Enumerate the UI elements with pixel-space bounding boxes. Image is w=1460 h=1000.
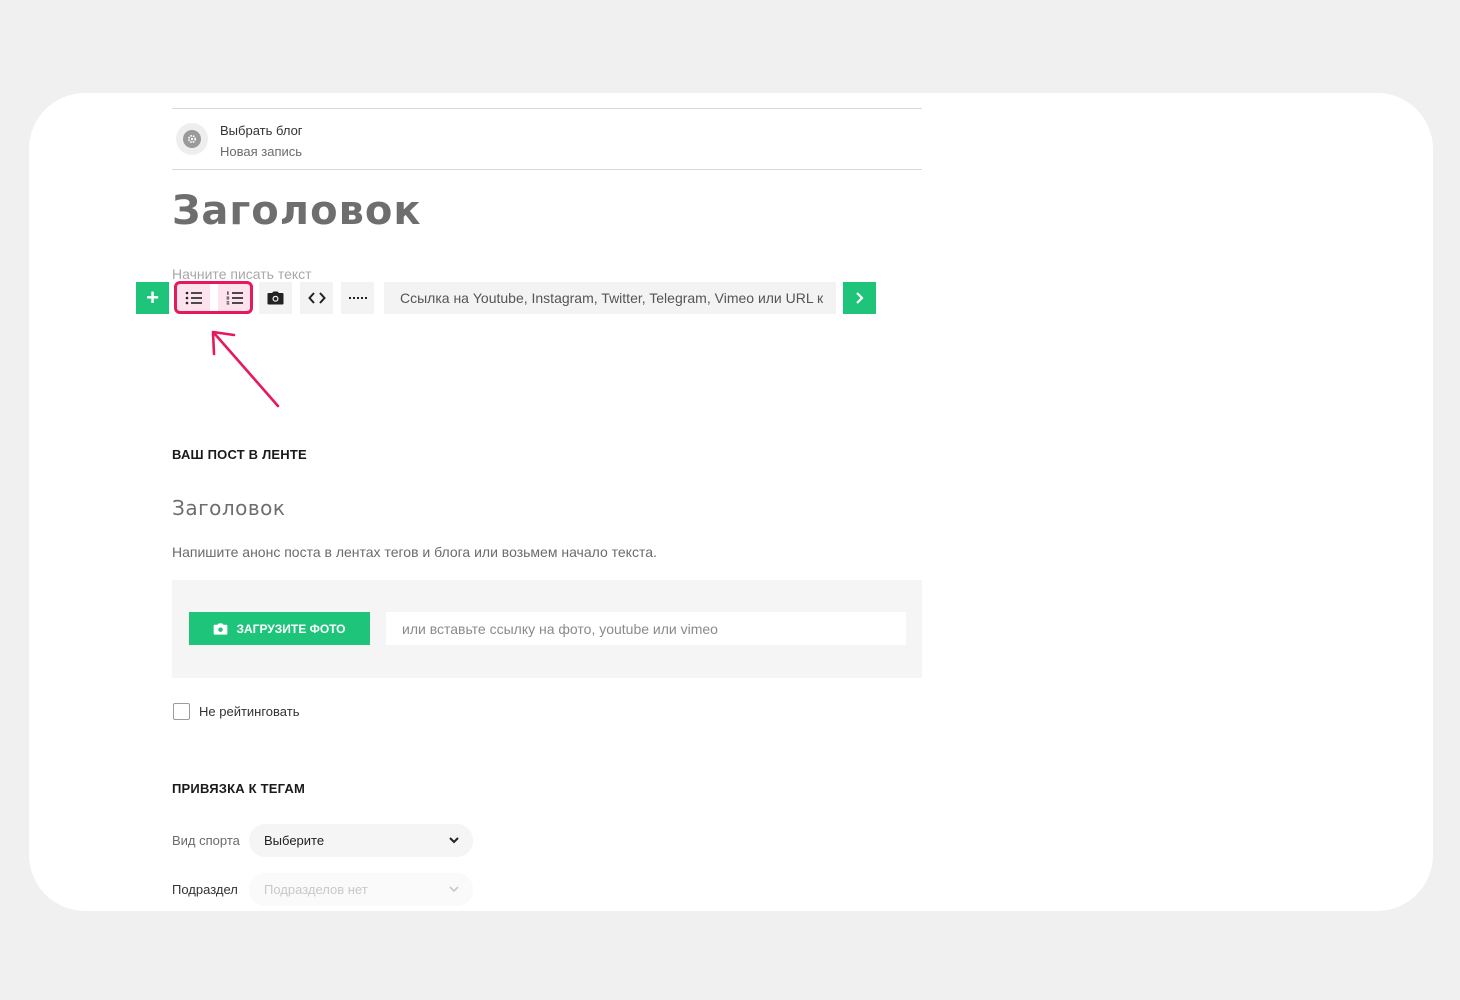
code-icon	[307, 292, 326, 304]
separator-icon	[348, 297, 367, 299]
tags-heading: ПРИВЯЗКА К ТЕГАМ	[172, 781, 305, 796]
chevron-down-icon	[449, 837, 459, 844]
feed-preview-title-input[interactable]: Заголовок	[172, 496, 285, 520]
sport-select[interactable]: Выберите	[249, 824, 473, 857]
camera-icon	[267, 291, 284, 305]
photo-url-input[interactable]: или вставьте ссылку на фото, youtube или…	[386, 612, 906, 645]
feed-preview-description-input[interactable]: Напишите анонс поста в лентах тегов и бл…	[172, 544, 657, 560]
embed-url-input[interactable]: Ссылка на Youtube, Instagram, Twitter, T…	[384, 282, 836, 314]
insert-separator-button[interactable]	[341, 282, 374, 314]
insert-photo-button[interactable]	[259, 282, 292, 314]
upload-photo-label: ЗАГРУЗИТЕ ФОТО	[236, 621, 346, 636]
gear-icon	[183, 130, 201, 148]
blog-selector-icon[interactable]	[176, 123, 208, 155]
annotation-arrow	[211, 330, 280, 408]
post-title-input[interactable]: Заголовок	[172, 188, 422, 234]
list-buttons-highlight	[174, 281, 253, 314]
upload-photo-button[interactable]: ЗАГРУЗИТЕ ФОТО	[189, 612, 370, 645]
post-body-input[interactable]: Начните писать текст	[172, 266, 312, 282]
divider	[172, 108, 922, 109]
subsection-label: Подраздел	[172, 882, 238, 897]
camera-icon	[214, 622, 228, 635]
add-block-button[interactable]: +	[136, 282, 169, 314]
no-rating-label: Не рейтинговать	[199, 704, 300, 719]
feed-preview-heading: ВАШ ПОСТ В ЛЕНТЕ	[172, 447, 307, 462]
subsection-select[interactable]: Подразделов нет	[249, 873, 473, 906]
post-status: Новая запись	[220, 144, 303, 159]
insert-code-button[interactable]	[300, 282, 333, 314]
embed-submit-button[interactable]	[843, 282, 876, 314]
subsection-select-value: Подразделов нет	[264, 882, 368, 897]
divider	[172, 169, 922, 170]
sport-label: Вид спорта	[172, 833, 240, 848]
blog-selector-label[interactable]: Выбрать блог	[220, 123, 303, 138]
no-rating-checkbox[interactable]	[173, 703, 190, 720]
sport-select-value: Выберите	[264, 833, 325, 848]
chevron-right-icon	[855, 292, 864, 304]
page-bottom-background	[0, 911, 1460, 1000]
chevron-down-icon	[449, 886, 459, 893]
